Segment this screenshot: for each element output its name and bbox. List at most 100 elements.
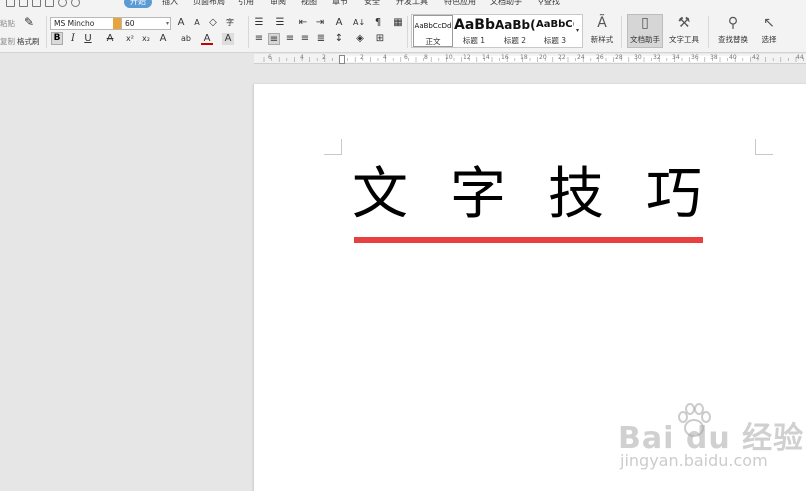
ruler-label: 2: [322, 54, 326, 61]
bold-button[interactable]: B: [51, 32, 63, 45]
bullets-icon[interactable]: ☰: [253, 17, 265, 29]
cut-label[interactable]: 粘贴: [0, 18, 15, 29]
ruler-label: 22: [558, 54, 566, 61]
tab-special-features[interactable]: 特色应用: [444, 0, 476, 8]
text-tools-icon: ⚒: [677, 15, 691, 31]
show-hide-marks-icon[interactable]: ¶: [372, 17, 384, 29]
shrink-font-icon[interactable]: A: [191, 17, 203, 29]
grow-font-icon[interactable]: A: [175, 17, 187, 29]
tab-find[interactable]: ⚲查找: [538, 0, 560, 8]
styles-gallery: AaBbCcDd 正文 AaBb 标题 1 AaBb( 标题 2 AaBbC( …: [411, 14, 583, 48]
ribbon-separator: [407, 16, 408, 48]
style-heading-1[interactable]: AaBb 标题 1: [454, 15, 495, 47]
new-style-button[interactable]: Ã 新样式: [586, 15, 618, 45]
undo-icon[interactable]: [58, 0, 67, 7]
new-style-label: 新样式: [590, 35, 614, 44]
ruler-label: 10: [445, 54, 453, 61]
ribbon-separator: [708, 16, 709, 48]
font-color-icon[interactable]: A: [201, 33, 213, 45]
ribbon-separator: [621, 16, 622, 48]
copy-label[interactable]: 复制: [0, 36, 15, 47]
distributed-icon[interactable]: ≣: [315, 33, 327, 45]
font-size-value: 60: [125, 19, 135, 28]
horizontal-ruler[interactable]: 6 4 2 2 4 6 8 10 12 14 16 18 20 22 24 26 28 30 32 34 36 38 40 4…: [254, 54, 806, 64]
style-normal[interactable]: AaBbCcDd 正文: [413, 15, 453, 47]
chinese-layout-icon[interactable]: A: [333, 17, 345, 29]
save-icon[interactable]: [6, 0, 15, 7]
tab-chapter[interactable]: 章节: [332, 0, 348, 8]
superscript-icon[interactable]: x²: [124, 33, 136, 45]
ribbon-separator: [248, 16, 249, 48]
doc-assistant-button[interactable]: ▯ 文档助手: [627, 14, 663, 48]
ruler-label: 2: [360, 54, 364, 61]
table-borders-icon[interactable]: ▦: [392, 17, 404, 29]
subscript-icon[interactable]: x₂: [140, 33, 152, 45]
style-sample: AaBbCcDd: [414, 22, 452, 30]
find-replace-button[interactable]: ⚲ 查找替换: [714, 15, 752, 45]
ruler-label: 6: [268, 54, 272, 61]
document-heading[interactable]: 文字技巧: [352, 165, 712, 225]
style-heading-2[interactable]: AaBb( 标题 2: [495, 15, 535, 47]
font-size-select[interactable]: 60 ▾: [121, 17, 171, 30]
tab-review[interactable]: 审阅: [270, 0, 286, 8]
ruler-label: 42: [752, 54, 760, 61]
ruler-label: 26: [596, 54, 604, 61]
tab-home[interactable]: 开始: [124, 0, 152, 8]
ruler-label: 16: [501, 54, 509, 61]
format-painter-icon[interactable]: ✎: [23, 16, 35, 28]
align-left-icon[interactable]: ≡: [253, 33, 265, 45]
format-painter-button[interactable]: 格式刷: [17, 36, 40, 47]
doc-assistant-label: 文档助手: [630, 35, 660, 44]
tab-developer[interactable]: 开发工具: [396, 0, 428, 8]
character-shading-icon[interactable]: A: [222, 33, 234, 45]
ruler-label: 38: [710, 54, 718, 61]
justify-icon[interactable]: ≡: [299, 33, 311, 45]
new-style-icon: Ã: [597, 15, 607, 31]
clear-format-icon[interactable]: ◇: [207, 17, 219, 29]
margin-corner-top-right: [755, 139, 773, 155]
doc-assistant-icon: ▯: [641, 15, 649, 31]
sort-icon[interactable]: A↓: [353, 17, 365, 29]
text-tools-button[interactable]: ⚒ 文字工具: [665, 15, 703, 45]
ruler-label: 36: [691, 54, 699, 61]
ruler-label: 40: [729, 54, 737, 61]
text-effect-icon[interactable]: A: [157, 33, 169, 45]
ruler-label: 24: [577, 54, 585, 61]
open-icon[interactable]: [19, 0, 28, 7]
ruler-label: 4: [383, 54, 387, 61]
font-name-select[interactable]: MS Mincho: [50, 17, 122, 30]
indent-marker[interactable]: [339, 55, 345, 64]
phonetic-guide-icon[interactable]: 字: [224, 17, 236, 29]
tab-references[interactable]: 引用: [238, 0, 254, 8]
tab-insert[interactable]: 插入: [162, 0, 178, 8]
print-preview-icon[interactable]: [45, 0, 54, 7]
increase-indent-icon[interactable]: ⇥: [314, 17, 326, 29]
select-button[interactable]: ↖ 选择: [756, 15, 782, 45]
tab-doc-assistant[interactable]: 文档助手: [490, 0, 522, 8]
tab-view[interactable]: 视图: [301, 0, 317, 8]
chevron-down-icon: ▾: [165, 20, 169, 27]
quick-access-toolbar: [6, 0, 80, 7]
italic-button[interactable]: I: [67, 33, 79, 45]
redo-icon[interactable]: [71, 0, 80, 7]
tab-page-layout[interactable]: 页面布局: [193, 0, 225, 8]
font-name-dropdown[interactable]: [113, 18, 121, 29]
ruler-ticks: [263, 57, 804, 62]
borders-icon[interactable]: ⊞: [374, 33, 386, 45]
tab-security[interactable]: 安全: [364, 0, 380, 8]
highlight-icon[interactable]: ab: [180, 33, 192, 45]
print-icon[interactable]: [32, 0, 41, 7]
font-name-value: MS Mincho: [54, 19, 95, 28]
cursor-select-icon: ↖: [763, 15, 775, 31]
align-right-icon[interactable]: ≡: [284, 33, 296, 45]
style-heading-3[interactable]: AaBbC( 标题 3: [536, 15, 574, 47]
align-center-icon[interactable]: ≡: [268, 33, 280, 45]
ruler-label: 12: [463, 54, 471, 61]
shading-icon[interactable]: ◈: [354, 33, 366, 45]
strikethrough-icon[interactable]: A: [104, 33, 116, 45]
numbering-icon[interactable]: ☰: [274, 17, 286, 29]
line-spacing-icon[interactable]: ↕: [333, 33, 345, 45]
underline-button[interactable]: U: [82, 33, 94, 45]
styles-scroll-icon[interactable]: ▾: [573, 25, 582, 37]
decrease-indent-icon[interactable]: ⇤: [297, 17, 309, 29]
